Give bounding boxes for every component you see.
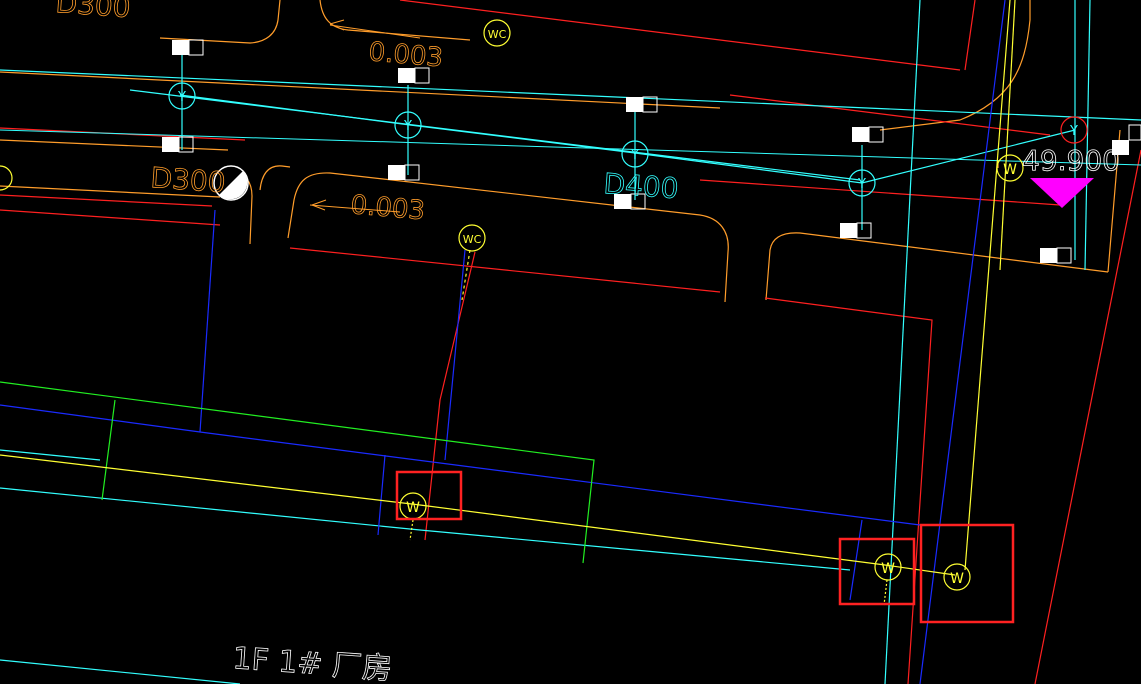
svg-text:W: W	[1003, 162, 1017, 178]
svg-text:Y: Y	[1069, 124, 1078, 139]
svg-text:W: W	[950, 571, 964, 587]
svg-text:W: W	[406, 500, 420, 516]
svg-text:Y: Y	[403, 119, 412, 134]
inlet-blocks	[162, 39, 1141, 264]
block	[172, 39, 204, 56]
pipe-size-label: D400	[603, 167, 680, 205]
y-node[interactable]: Y	[1060, 116, 1088, 144]
block	[840, 222, 872, 239]
pipe-size-label: D300	[55, 0, 132, 24]
svg-text:WC: WC	[488, 28, 507, 41]
building-label: 1F 1# 厂房	[231, 641, 393, 684]
pipe-size-label: D300	[150, 161, 227, 199]
block	[388, 164, 420, 181]
block	[162, 136, 194, 153]
svg-text:WC: WC	[463, 233, 482, 246]
slope-label: 0.003	[367, 37, 444, 73]
block	[852, 126, 884, 143]
svg-text:Y: Y	[630, 148, 639, 163]
wc-node[interactable]: WC	[483, 19, 511, 47]
blue-lines	[0, 0, 1006, 684]
w-node[interactable]: W	[943, 563, 971, 591]
block	[1040, 247, 1072, 264]
slope-label: 0.003	[349, 190, 426, 226]
svg-text:Y: Y	[177, 90, 186, 105]
yellow-lines	[0, 0, 1016, 606]
w-node[interactable]: W	[996, 154, 1024, 182]
green-lines	[0, 381, 595, 564]
svg-text:Y: Y	[857, 177, 866, 192]
svg-text:W: W	[881, 561, 895, 577]
w-node[interactable]: W	[399, 492, 427, 520]
wc-node[interactable]: WC	[458, 224, 486, 252]
elevation-label: 49.900	[1022, 144, 1120, 177]
cad-drawing-canvas[interactable]: Y Y Y Y Y WC WC W W W W D300 D300 D400 0…	[0, 0, 1141, 684]
